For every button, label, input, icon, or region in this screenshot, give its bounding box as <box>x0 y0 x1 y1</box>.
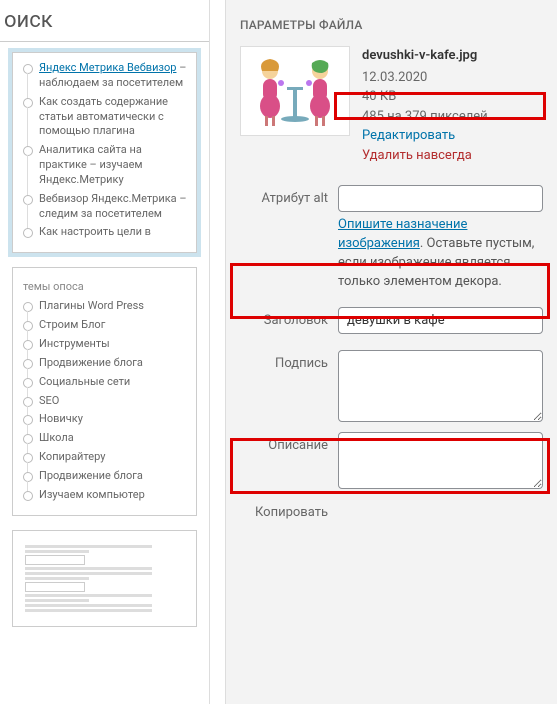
list-item[interactable]: Школа <box>39 431 188 446</box>
thumbnail-item[interactable] <box>12 530 197 627</box>
list-item[interactable]: Новичку <box>39 412 188 427</box>
file-thumbnail[interactable] <box>240 46 350 136</box>
list-item[interactable]: Социальные сети <box>39 375 188 390</box>
caption-field-row: Подпись <box>240 350 543 426</box>
list-item[interactable]: SEO <box>39 394 188 409</box>
list-item[interactable]: Аналитика сайта на практике – изучаем Ян… <box>39 143 188 188</box>
thumbnail-item[interactable]: темы опоса Плагины Word Press Строим Блог… <box>12 267 197 515</box>
list-item[interactable]: Как создать содержание статьи автоматиче… <box>39 95 188 140</box>
file-info-row: devushki-v-kafe.jpg 12.03.2020 40 КВ 485… <box>240 46 543 165</box>
title-input[interactable] <box>338 307 543 334</box>
attachment-details-panel: ПАРАМЕТРЫ ФАЙЛА <box>225 0 557 704</box>
list-item[interactable]: Продвижение блога <box>39 356 188 371</box>
file-metadata: devushki-v-kafe.jpg 12.03.2020 40 КВ 485… <box>362 46 543 165</box>
list-item[interactable]: Изучаем компьютер <box>39 488 188 503</box>
alt-input[interactable] <box>338 185 543 212</box>
file-date: 12.03.2020 <box>362 68 543 88</box>
delete-permanently-link[interactable]: Удалить навсегда <box>362 146 543 166</box>
alt-field-row: Атрибут alt Опишите назначение изображен… <box>240 185 543 291</box>
thumbnail-item[interactable]: Яндекс Метрика Вебвизор – наблюдаем за п… <box>12 52 197 253</box>
title-field-row: Заголовок <box>240 307 543 334</box>
search-bar: оиск <box>0 0 209 42</box>
list-item[interactable]: Вебвизор Яндекс.Метрика – следим за посе… <box>39 192 188 222</box>
copy-field-row: Копировать <box>240 499 543 520</box>
file-dimensions: 485 на 379 пикселей <box>362 107 543 127</box>
edit-image-link[interactable]: Редактировать <box>362 126 543 146</box>
thumb-category-header: темы опоса <box>21 276 188 299</box>
list-item[interactable]: Как настроить цели в <box>39 225 188 240</box>
list-item[interactable]: Строим Блог <box>39 318 188 333</box>
search-label: оиск <box>0 8 53 33</box>
title-label: Заголовок <box>240 307 328 328</box>
description-textarea[interactable] <box>338 432 543 489</box>
cafe-illustration-icon <box>245 51 345 131</box>
left-sidebar: оиск Яндекс Метрика Вебвизор – наблюдаем… <box>0 0 210 704</box>
caption-label: Подпись <box>240 350 328 371</box>
alt-help-text: Опишите назначение изображения. Оставьте… <box>338 216 543 291</box>
list-item[interactable]: Плагины Word Press <box>39 299 188 314</box>
caption-textarea[interactable] <box>338 350 543 422</box>
copy-label: Копировать <box>240 499 328 520</box>
panel-title: ПАРАМЕТРЫ ФАЙЛА <box>240 18 543 32</box>
description-label: Описание <box>240 432 328 453</box>
thumbnail-grid: Яндекс Метрика Вебвизор – наблюдаем за п… <box>0 42 209 651</box>
alt-label: Атрибут alt <box>240 185 328 206</box>
description-field-row: Описание <box>240 432 543 493</box>
file-name: devushki-v-kafe.jpg <box>362 46 543 66</box>
file-size: 40 КВ <box>362 87 543 107</box>
list-item[interactable]: Инструменты <box>39 337 188 352</box>
list-item[interactable]: Продвижение блога <box>39 469 188 484</box>
list-item[interactable]: Яндекс Метрика Вебвизор – наблюдаем за п… <box>39 61 188 91</box>
list-item[interactable]: Копирайтеру <box>39 450 188 465</box>
